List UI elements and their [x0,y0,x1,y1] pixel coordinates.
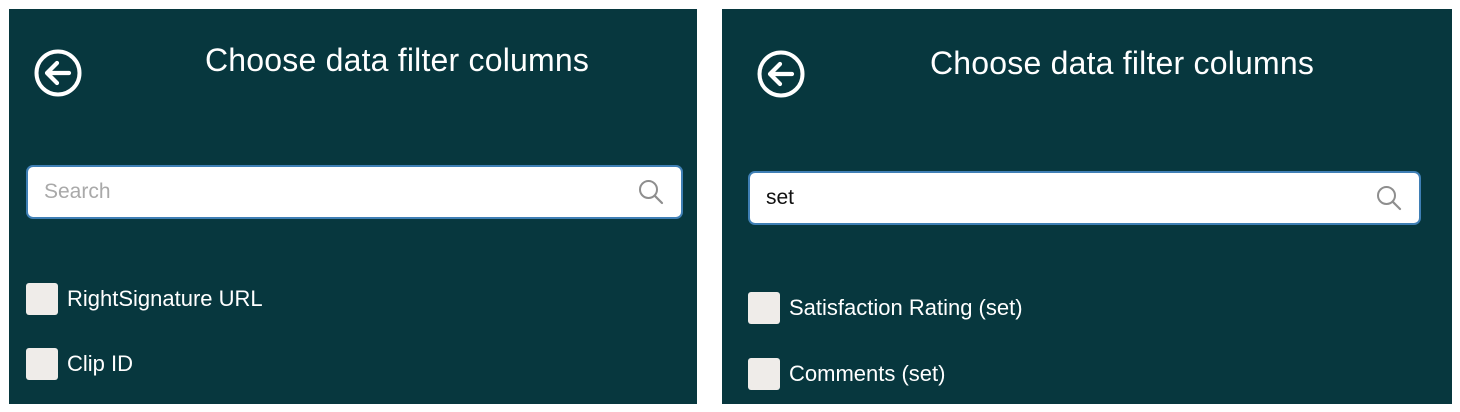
column-option[interactable]: Satisfaction Rating (set) [748,292,1023,324]
back-button[interactable] [33,48,83,98]
page-title: Choose data filter columns [930,45,1315,81]
column-option-label: Clip ID [67,351,134,376]
magnifier-icon[interactable] [1375,184,1403,212]
arrow-left-circle-icon [33,48,83,98]
search-input[interactable] [766,173,1365,223]
filter-columns-panel-search-set: Choose data filter columns Satisfaction … [722,9,1452,404]
search-field[interactable] [26,165,683,219]
search-field[interactable] [748,171,1421,225]
search-input[interactable] [44,167,627,217]
column-option[interactable]: Clip ID [26,348,133,380]
arrow-left-circle-icon [756,49,806,99]
column-option[interactable]: Comments (set) [748,358,945,390]
column-option-label: Comments (set) [789,361,946,386]
back-button[interactable] [756,49,806,99]
filter-columns-panel-empty-search: Choose data filter columns RightSignatur… [9,9,697,404]
page-title: Choose data filter columns [205,42,590,78]
checkbox[interactable] [748,292,780,324]
checkbox[interactable] [748,358,780,390]
checkbox[interactable] [26,283,58,315]
column-option-label: RightSignature URL [67,286,263,311]
magnifier-icon[interactable] [637,178,665,206]
column-option-label: Satisfaction Rating (set) [789,295,1023,320]
column-option[interactable]: RightSignature URL [26,283,263,315]
checkbox[interactable] [26,348,58,380]
